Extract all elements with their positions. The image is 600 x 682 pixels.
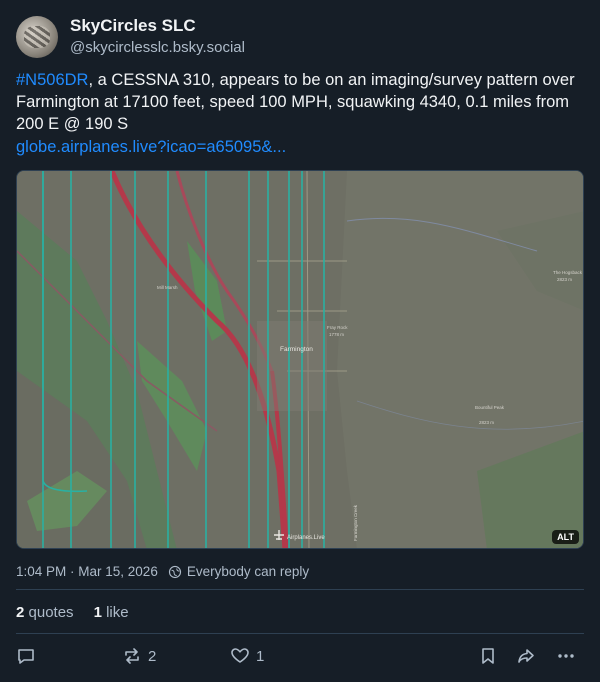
reply-setting: Everybody can reply [186,564,310,579]
repost-icon [125,648,139,664]
reply-button[interactable] [16,646,36,666]
repost-count: 2 [148,647,157,665]
map-peak3-label: The Hogsback [553,270,583,275]
post-text: #N506DR, a CESSNA 310, appears to be on … [16,69,586,135]
map-image[interactable]: Farmington Fray Rock 1778 m Bountiful Pe… [16,170,584,549]
display-name[interactable]: SkyCircles SLC [70,15,245,37]
globe-icon [168,565,181,578]
quotes-stat[interactable]: 2 quotes [16,604,74,621]
share-button[interactable] [516,646,536,666]
likes-label: like [106,604,129,621]
post-body: , a CESSNA 310, appears to be on an imag… [16,71,575,133]
post-header: SkyCircles SLC @skycirclesslc.bsky.socia… [16,15,245,58]
post-meta: 1:04 PM · Mar 15, 2026 Everybody can rep… [16,564,309,579]
action-bar: 2 1 [16,646,584,670]
likes-count: 1 [93,604,102,621]
likes-stat[interactable]: 1 like [94,604,129,621]
map-drawing: Farmington Fray Rock 1778 m Bountiful Pe… [17,171,583,548]
divider [16,633,584,634]
map-town-label: Farmington [280,346,313,353]
map-peak1-label: Fray Rock [327,325,348,330]
more-options-button[interactable] [556,646,576,666]
share-icon [518,649,534,663]
bookmark-button[interactable] [478,646,498,666]
post-stats: 2 quotes 1 like [16,604,149,621]
hashtag-link[interactable]: #N506DR [16,71,88,89]
bookmark-icon [482,648,494,664]
map-creek-label: Farmington Creek [353,504,358,541]
post-timestamp[interactable]: 1:04 PM · Mar 15, 2026 [16,564,158,579]
map-area-label: Mill Marsh [157,285,178,290]
post-url-link[interactable]: globe.airplanes.live?icao=a65095&... [16,136,286,158]
ellipsis-icon [558,654,574,658]
map-peak1-elev: 1778 m [329,332,344,337]
like-count: 1 [256,647,265,665]
quotes-label: quotes [28,604,74,621]
map-peak3-elev: 2823 m [557,277,572,282]
heart-icon [231,648,249,663]
author-handle[interactable]: @skycirclesslc.bsky.social [70,38,245,58]
avatar[interactable] [16,15,58,58]
like-button[interactable]: 1 [230,646,264,666]
map-peak2-elev: 2823 m [479,420,494,425]
reply-icon [18,649,34,664]
alt-badge[interactable]: ALT [552,530,579,544]
repost-button[interactable]: 2 [122,646,156,666]
map-peak2-label: Bountiful Peak [475,405,505,410]
quotes-count: 2 [16,604,25,621]
map-watermark: Airplanes.Live [287,535,325,541]
divider [16,589,584,590]
author-names: SkyCircles SLC @skycirclesslc.bsky.socia… [70,15,245,58]
